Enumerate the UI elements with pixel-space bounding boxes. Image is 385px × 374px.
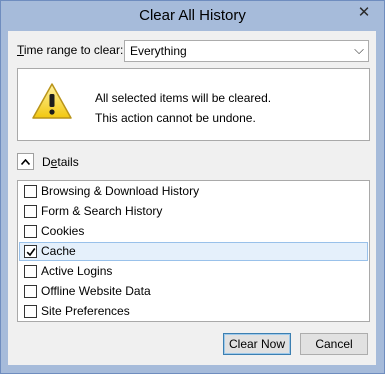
warning-icon: [32, 83, 72, 119]
dialog-body: Time range to clear: Everything ⌵ All se…: [8, 31, 376, 365]
checkbox[interactable]: [24, 305, 37, 318]
list-item-label: Site Preferences: [41, 304, 130, 318]
list-item-label: Cookies: [41, 224, 85, 238]
time-range-row: Time range to clear: Everything ⌵: [17, 40, 369, 62]
chevron-down-icon: ⌵: [354, 42, 364, 57]
checkbox[interactable]: [24, 185, 37, 198]
list-item-label: Browsing & Download History: [41, 184, 200, 198]
list-item-label: Active Logins: [41, 264, 113, 278]
time-range-select[interactable]: Everything ⌵: [124, 40, 369, 62]
details-label[interactable]: Details: [42, 155, 79, 169]
list-item-label: Offline Website Data: [41, 284, 151, 298]
close-icon[interactable]: ✕: [351, 2, 377, 22]
warning-panel: All selected items will be cleared. This…: [17, 68, 370, 141]
list-item-browsing-download-history[interactable]: Browsing & Download History: [19, 182, 368, 201]
checkbox[interactable]: [24, 265, 37, 278]
checkmark-icon: [26, 247, 35, 256]
history-items-list: Browsing & Download History Form & Searc…: [17, 180, 370, 322]
checkbox-checked[interactable]: [24, 245, 37, 258]
list-item-offline-website-data[interactable]: Offline Website Data: [19, 282, 368, 301]
list-item-active-logins[interactable]: Active Logins: [19, 262, 368, 281]
warning-line-2: This action cannot be undone.: [95, 111, 256, 125]
list-item-cookies[interactable]: Cookies: [19, 222, 368, 241]
title-bar[interactable]: Clear All History ✕: [1, 1, 384, 31]
list-item-label: Cache: [41, 244, 76, 258]
details-toggle-button[interactable]: [17, 153, 34, 170]
chevron-up-icon: [21, 158, 30, 165]
dialog-title: Clear All History: [139, 7, 246, 24]
details-row: Details: [17, 153, 217, 171]
time-range-label: Time range to clear:: [17, 43, 124, 57]
checkbox[interactable]: [24, 285, 37, 298]
clear-now-button[interactable]: Clear Now: [223, 333, 291, 355]
checkbox[interactable]: [24, 225, 37, 238]
list-item-form-search-history[interactable]: Form & Search History: [19, 202, 368, 221]
time-range-value: Everything: [130, 44, 187, 58]
list-item-site-preferences[interactable]: Site Preferences: [19, 302, 368, 321]
warning-text: All selected items will be cleared. This…: [95, 88, 271, 128]
cancel-button[interactable]: Cancel: [300, 333, 368, 355]
list-item-label: Form & Search History: [41, 204, 163, 218]
dialog-window: Clear All History ✕ Time range to clear:…: [0, 0, 385, 374]
list-item-cache[interactable]: Cache: [19, 242, 368, 261]
checkbox[interactable]: [24, 205, 37, 218]
warning-line-1: All selected items will be cleared.: [95, 91, 272, 105]
